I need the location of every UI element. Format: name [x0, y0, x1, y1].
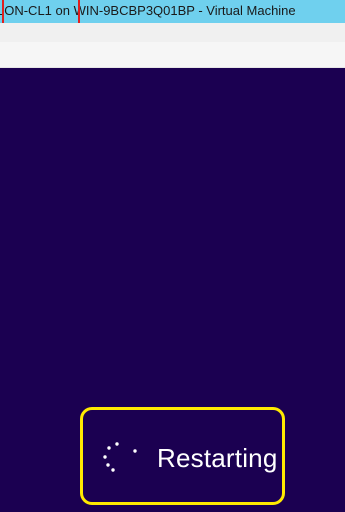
- vm-toolbar: [0, 23, 345, 42]
- loading-spinner-icon: [103, 442, 137, 472]
- vm-toolbar-strip: [0, 42, 345, 68]
- restarting-status-text: Restarting: [157, 443, 278, 473]
